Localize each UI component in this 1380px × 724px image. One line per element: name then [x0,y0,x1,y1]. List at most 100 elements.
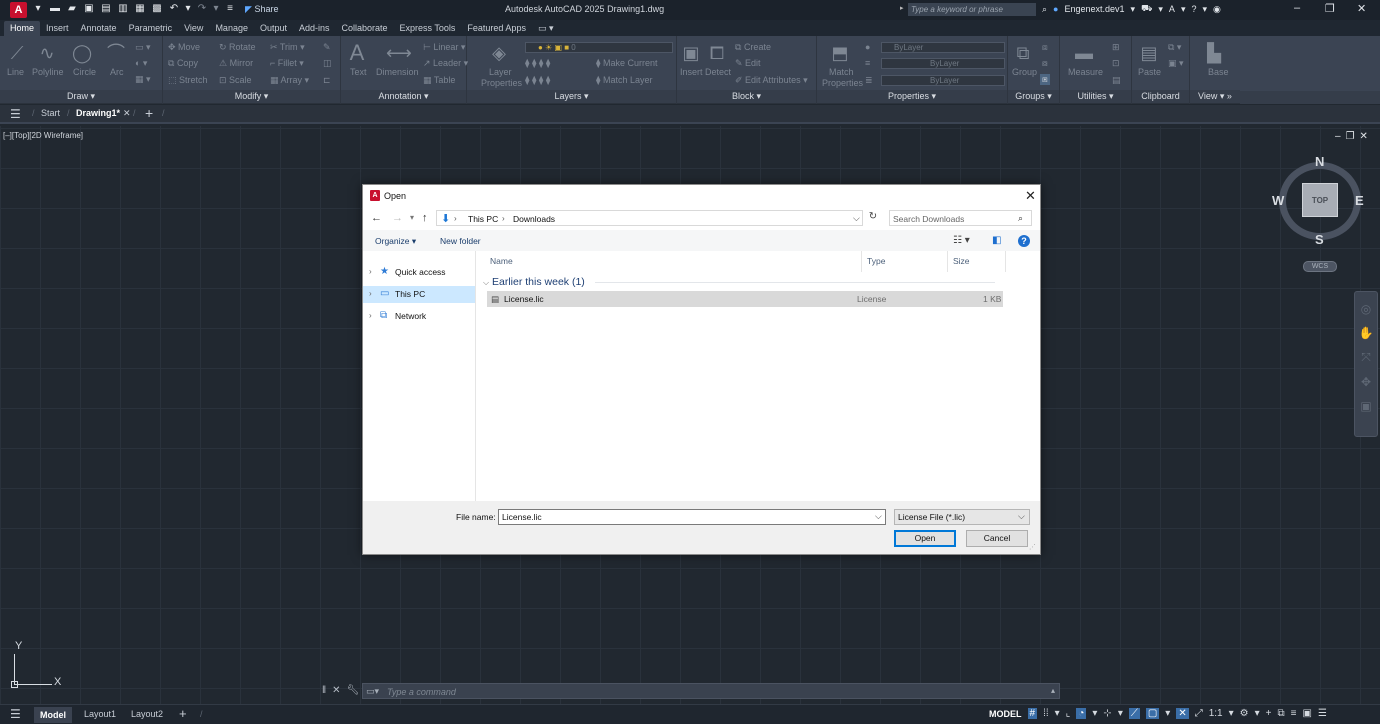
annotation-scale-icon[interactable]: ⤢ [1195,708,1203,719]
user-name[interactable]: Engenext.dev1 [1064,4,1124,14]
base-button[interactable]: Base [1208,67,1229,77]
base-view-icon[interactable]: ▙ [1204,43,1224,63]
group-icon[interactable]: ⧉ [1013,43,1033,63]
linear-button[interactable]: ⊢ Linear ▾ [423,42,465,53]
group-button[interactable]: Group [1012,67,1037,77]
array-button[interactable]: ▦ Array ▾ [270,75,309,86]
compass-south[interactable]: S [1315,232,1324,247]
cut-icon[interactable]: ▣ ▾ [1168,58,1184,69]
layout2-tab[interactable]: Layout2 [131,709,163,719]
file-type-select[interactable]: License File (*.lic) [894,509,1030,525]
autocad-logo[interactable]: A [10,2,27,18]
breadcrumb-chevron-icon[interactable]: › [454,214,457,223]
insert-button[interactable]: Insert [680,67,703,77]
share-button[interactable]: ◤ Share [245,4,278,15]
close-tab-icon[interactable]: ✕ [123,108,131,119]
paste-button[interactable]: Paste [1138,67,1161,77]
dimension-icon[interactable]: ⟷ [386,43,412,63]
viewport-controls[interactable]: [–][Top][2D Wireframe] [3,131,83,140]
dimension-button[interactable]: Dimension [376,67,419,77]
tab-view[interactable]: View [178,21,209,36]
help-icon[interactable]: ? [1191,4,1196,14]
breadcrumb-chevron-icon[interactable]: › [502,214,505,223]
refresh-icon[interactable]: ↻ [866,211,880,225]
organize-button[interactable]: Organize ▾ [375,236,416,247]
mirror-button[interactable]: ⚠ Mirror [219,58,253,69]
chevron-down-icon[interactable]: ▾ [1131,4,1136,15]
cart-icon[interactable]: ⛟ [1141,3,1152,15]
circle-icon[interactable]: ◯ [72,43,92,63]
chevron-down-icon[interactable]: ▾ [32,3,44,15]
nav-this-pc[interactable]: › ▭ This PC [363,286,475,303]
match-properties-button[interactable]: Match [829,67,854,77]
polyline-button[interactable]: Polyline [32,67,64,77]
command-line[interactable]: ▭▾ Type a command ▴ [362,683,1060,699]
tab-annotate[interactable]: Annotate [75,21,123,36]
linetype-icon[interactable]: ≣ [865,75,873,86]
polyline-icon[interactable]: ∿ [37,43,57,63]
file-name-dropdown-icon[interactable]: ⌵ [875,511,882,522]
undo-icon[interactable]: ↶ [168,3,180,15]
address-bar[interactable]: ⬇ › This PC › Downloads ⌵ [436,210,863,226]
stretch-button[interactable]: ⬚ Stretch [168,75,208,86]
clean-screen-icon[interactable]: ▣ [1302,708,1311,719]
chevron-down-icon[interactable]: ▾ [1202,4,1207,15]
undo-dropdown-icon[interactable]: ▾ [185,3,191,15]
search-icon[interactable]: ⌕ [1042,4,1047,15]
layer-tools-2-icon[interactable]: ⧫ ⧫ ⧫ ⧫ [525,75,550,86]
breadcrumb-downloads[interactable]: Downloads [513,214,555,224]
measure-icon[interactable]: ▬ [1074,43,1094,63]
view-panel-title[interactable]: View ▾ » [1190,90,1240,103]
utilities-panel-title[interactable]: Utilities ▾ [1060,90,1131,103]
file-name-input[interactable]: License.lic [498,509,886,525]
select-all-icon[interactable]: ⊡ [1112,58,1120,69]
tab-start[interactable]: Start [41,108,60,118]
customize-qat-icon[interactable]: ≡ [224,3,236,15]
polar-icon[interactable]: ◔ [1076,708,1087,719]
restore-icon[interactable]: ❐ [1325,2,1335,15]
group-select-icon[interactable]: ⧆ [1040,74,1050,85]
showmotion-icon[interactable]: ▣ [1355,399,1377,413]
ribbon-options-icon[interactable]: ▭ ▾ [532,21,560,36]
arc-button[interactable]: Arc [110,67,124,77]
search-downloads-input[interactable]: Search Downloads ⌕ [889,210,1032,226]
compass-west[interactable]: W [1272,193,1284,208]
layer-properties-button[interactable]: Layer [489,67,512,77]
tab-home[interactable]: Home [4,21,41,36]
save-as-icon[interactable]: ▤ [100,3,112,15]
steering-wheel-icon[interactable]: ◎ [1355,302,1377,316]
chevron-down-icon[interactable]: ⌵ [1018,511,1025,522]
layout1-tab[interactable]: Layout1 [84,709,116,719]
trim-button[interactable]: ✂ Trim ▾ [270,42,305,53]
tab-parametric[interactable]: Parametric [123,21,179,36]
match-layer-button[interactable]: ⧫ Match Layer [596,75,652,86]
group-header[interactable]: ⌵ Earlier this week (1) [483,276,585,288]
chevron-down-icon[interactable]: ▾ [1229,708,1234,719]
menu-icon[interactable]: ☰ [10,707,21,721]
chevron-down-icon[interactable]: ▾ [1255,708,1260,719]
zoom-extents-icon[interactable]: ⤧ [1355,350,1377,365]
up-arrow-icon[interactable]: ↑ [422,212,428,224]
column-name[interactable]: Name [490,256,513,266]
help-icon[interactable]: ? [1018,235,1030,247]
export-icon[interactable]: ▥ [117,3,129,15]
back-arrow-icon[interactable]: ← [371,212,382,224]
match-properties-icon[interactable]: ⬒ [830,43,850,63]
tab-add-ins[interactable]: Add-ins [293,21,336,36]
block-panel-title[interactable]: Block ▾ [677,90,816,103]
lineweight-dropdown[interactable]: ByLayer [881,75,1005,86]
calculator-icon[interactable]: ▤ [1112,75,1121,86]
grid-icon[interactable]: # [1027,708,1038,719]
detect-icon[interactable]: ⧠ [707,43,727,63]
close-icon[interactable]: ✕ [1357,2,1366,15]
linetype-dropdown[interactable]: ByLayer [881,58,1005,69]
help-search-input[interactable]: Type a keyword or phrase [908,3,1036,16]
customization-icon[interactable]: ≡ [1291,708,1297,719]
dialog-close-icon[interactable]: ✕ [1025,188,1036,204]
make-current-button[interactable]: ⧫ Make Current [596,58,657,69]
user-icon[interactable]: ● [1053,4,1058,14]
table-button[interactable]: ▦ Table [423,75,455,86]
properties-panel-title[interactable]: Properties ▾ [817,90,1007,103]
command-input[interactable]: Type a command [387,687,456,697]
measure-button[interactable]: Measure [1068,67,1103,77]
